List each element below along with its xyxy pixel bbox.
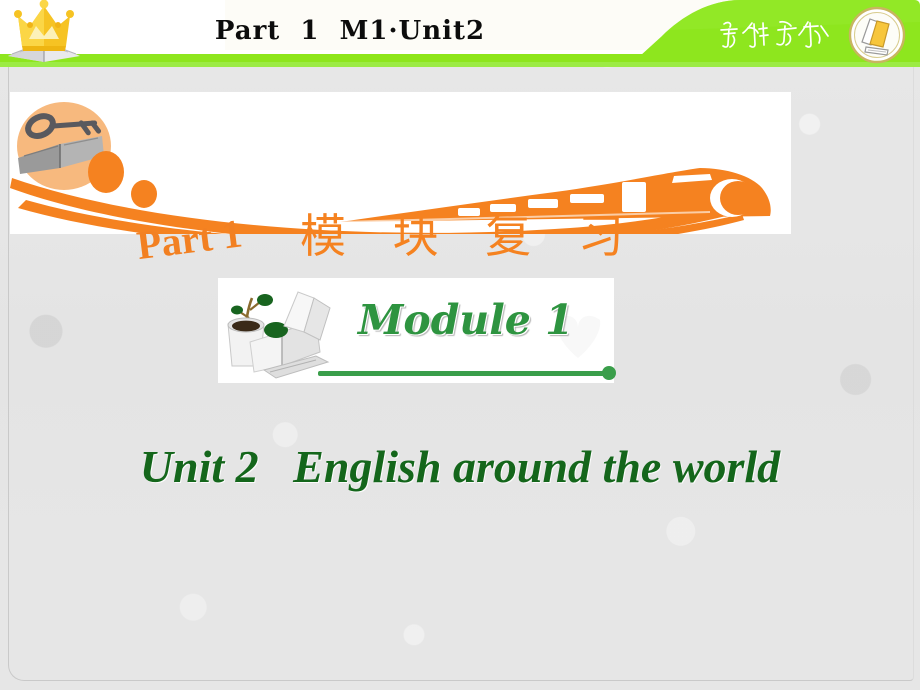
- header-green-bar-shade: [0, 62, 920, 67]
- module-underline-dot: [602, 366, 616, 380]
- unit-title: Unit 2 English around the world: [139, 441, 781, 492]
- brand-calligraphy: [718, 14, 848, 54]
- stacked-books-logo-icon: [848, 6, 906, 64]
- potted-plant-and-books-icon: [227, 291, 331, 379]
- brand-calligraphy-strokes: [720, 20, 829, 48]
- banner-chinese-label: 模 块 复 习: [300, 209, 640, 263]
- module-title: Module 1: [358, 296, 574, 344]
- module-review-banner: Part 1 模 块 复 习: [10, 92, 791, 268]
- module-underline-rule: [318, 371, 606, 376]
- header-title: Part 1 M1·Unit2: [214, 16, 486, 46]
- slide-root: Part 1 M1·Unit2 Part 1 模 块 复 习 Module 1 …: [0, 0, 920, 690]
- slide-header: Part 1 M1·Unit2: [0, 0, 920, 68]
- module-card: Module 1: [218, 278, 616, 383]
